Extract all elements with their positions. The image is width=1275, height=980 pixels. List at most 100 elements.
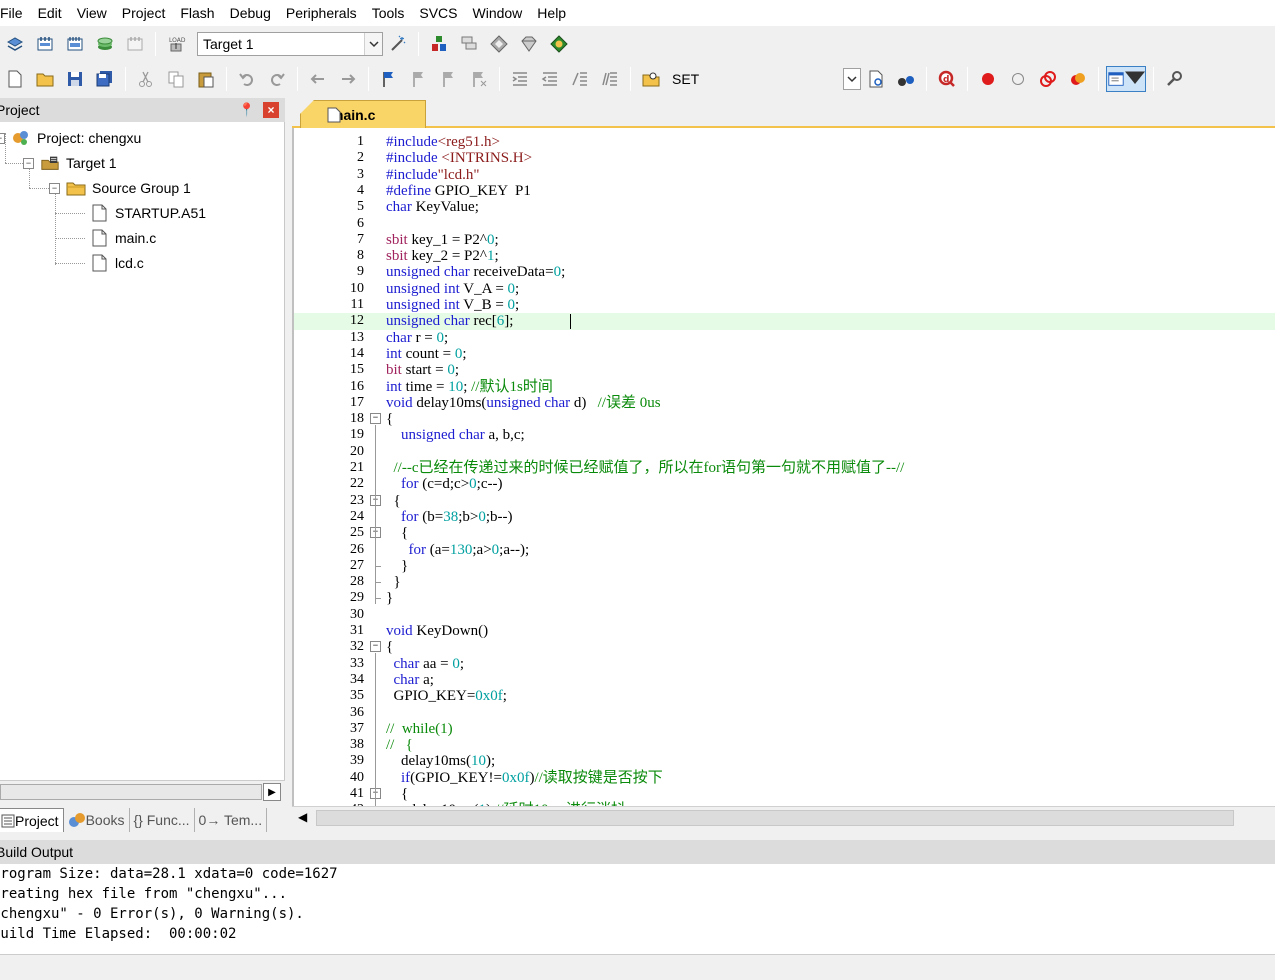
collapse-icon[interactable]: − (49, 182, 60, 194)
menu-peripherals[interactable]: Peripherals (278, 0, 364, 26)
code-line[interactable]: 12 unsigned char rec[6]; (294, 313, 1275, 330)
insert-breakpoint-button[interactable] (975, 66, 1001, 92)
code-line[interactable]: 31 void KeyDown() (294, 623, 1275, 639)
code-line[interactable]: 30 (294, 607, 1275, 623)
menu-debug[interactable]: Debug (222, 0, 278, 26)
navigate-forward-button[interactable] (335, 66, 361, 92)
code-line[interactable]: 17 void delay10ms(unsigned char d) //误差 0… (294, 395, 1275, 411)
menu-help[interactable]: Help (529, 0, 573, 26)
copy-button[interactable] (163, 66, 189, 92)
find-in-files-button[interactable] (638, 66, 664, 92)
target-select[interactable]: Target 1 (197, 32, 383, 56)
kill-all-breakpoints-button[interactable] (1065, 66, 1091, 92)
indent-button[interactable] (507, 66, 533, 92)
code-line[interactable]: 4 #define GPIO_KEY P1 (294, 183, 1275, 199)
code-line[interactable]: 33 char aa = 0; (294, 656, 1275, 672)
new-file-button[interactable] (2, 66, 28, 92)
target-options-button[interactable] (385, 31, 411, 57)
scroll-left-icon[interactable]: ◀ (298, 810, 307, 824)
debug-session-button[interactable]: d (934, 66, 960, 92)
redo-button[interactable] (264, 66, 290, 92)
tree-item-file[interactable]: main.c (89, 227, 156, 249)
uncomment-button[interactable] (597, 66, 623, 92)
code-line[interactable]: 13 char r = 0; (294, 330, 1275, 346)
next-bookmark-button[interactable] (436, 66, 462, 92)
prev-bookmark-button[interactable] (406, 66, 432, 92)
fold-toggle-icon[interactable]: − (370, 413, 381, 425)
code-line[interactable]: 40 if(GPIO_KEY!=0x0f)//读取按键是否按下 (294, 770, 1275, 786)
pack-installer-button[interactable] (486, 31, 512, 57)
code-line[interactable]: 5 char KeyValue; (294, 199, 1275, 215)
menu-window[interactable]: Window (465, 0, 530, 26)
fold-toggle-icon[interactable]: − (370, 641, 381, 653)
menu-flash[interactable]: Flash (172, 0, 221, 26)
code-line[interactable]: 6 (294, 216, 1275, 232)
find-combo[interactable] (705, 67, 862, 91)
navigate-back-button[interactable] (305, 66, 331, 92)
tab-templates[interactable]: 0→ Tem... (195, 808, 268, 832)
code-line[interactable]: 16 int time = 10; //默认1s时间 (294, 379, 1275, 395)
code-line[interactable]: 25− { (294, 525, 1275, 541)
menu-file[interactable]: File (0, 0, 30, 26)
tree-item-target[interactable]: − Target 1 (23, 152, 117, 174)
code-line[interactable]: 35 GPIO_KEY=0x0f; (294, 688, 1275, 704)
tree-item-group[interactable]: − Source Group 1 (49, 177, 191, 199)
menu-edit[interactable]: Edit (30, 0, 69, 26)
code-line[interactable]: 29} (294, 590, 1275, 606)
code-line[interactable]: 7 sbit key_1 = P2^0; (294, 232, 1275, 248)
code-line[interactable]: 10 unsigned int V_A = 0; (294, 281, 1275, 297)
scrollbar-thumb[interactable] (0, 784, 262, 800)
build-button[interactable] (32, 31, 58, 57)
stop-build-button[interactable] (122, 31, 148, 57)
file-extensions-button[interactable] (456, 31, 482, 57)
save-all-button[interactable] (92, 66, 118, 92)
code-line[interactable]: 27 } (294, 558, 1275, 574)
configure-button[interactable] (1161, 66, 1187, 92)
code-line[interactable]: 14 int count = 0; (294, 346, 1275, 362)
code-line[interactable]: 24 for (b=38;b>0;b--) (294, 509, 1275, 525)
code-line[interactable]: 39 delay10ms(10); (294, 753, 1275, 769)
translate-button[interactable] (2, 31, 28, 57)
find-all-button[interactable] (893, 66, 919, 92)
code-line[interactable]: 18−{ (294, 411, 1275, 427)
rebuild-button[interactable] (62, 31, 88, 57)
code-editor[interactable]: 1 #include<reg51.h> 2 #include <INTRINS.H> 3… (292, 128, 1275, 808)
close-icon[interactable]: × (263, 102, 279, 118)
code-line[interactable]: 9 unsigned char receiveData=0; (294, 264, 1275, 280)
run-time-environment-button[interactable] (546, 31, 572, 57)
disable-all-breakpoints-button[interactable] (1035, 66, 1061, 92)
download-button[interactable]: LOAD (163, 31, 189, 57)
comment-button[interactable] (567, 66, 593, 92)
enable-breakpoint-button[interactable] (1005, 66, 1031, 92)
editor-horizontal-scrollbar[interactable]: ◀ (292, 806, 1275, 828)
scrollbar-thumb[interactable] (316, 810, 1234, 826)
menu-view[interactable]: View (69, 0, 114, 26)
menu-tools[interactable]: Tools (364, 0, 412, 26)
code-line[interactable]: 22 for (c=d;c>0;c--) (294, 476, 1275, 492)
select-packs-button[interactable] (516, 31, 542, 57)
pin-icon[interactable]: 📍 (239, 102, 255, 118)
code-line[interactable]: 36 (294, 705, 1275, 721)
code-line[interactable]: 23− { (294, 493, 1275, 509)
code-line[interactable]: 15 bit start = 0; (294, 362, 1275, 378)
scroll-right-icon[interactable]: ▶ (263, 783, 281, 801)
code-line[interactable]: 41− { (294, 786, 1275, 802)
code-line[interactable]: 37 // while(1) (294, 721, 1275, 737)
project-horizontal-scrollbar[interactable]: ▶ (0, 780, 285, 802)
batch-build-button[interactable] (92, 31, 118, 57)
collapse-icon[interactable]: − (0, 132, 5, 144)
code-line[interactable]: 34 char a; (294, 672, 1275, 688)
build-output-pane[interactable]: Program Size: data=28.1 xdata=0 code=162… (0, 864, 1275, 954)
clear-bookmarks-button[interactable] (466, 66, 492, 92)
code-line[interactable]: 2 #include <INTRINS.H> (294, 150, 1275, 166)
code-line[interactable]: 26 for (a=130;a>0;a--); (294, 542, 1275, 558)
tree-item-file[interactable]: STARTUP.A51 (89, 202, 206, 224)
manage-components-button[interactable] (426, 31, 452, 57)
menu-svcs[interactable]: SVCS (411, 0, 464, 26)
code-line[interactable]: 3 #include"lcd.h" (294, 167, 1275, 183)
insert-bookmark-button[interactable] (376, 66, 402, 92)
undo-button[interactable] (234, 66, 260, 92)
incremental-find-button[interactable] (863, 66, 889, 92)
open-file-button[interactable] (32, 66, 58, 92)
code-line[interactable]: 28 } (294, 574, 1275, 590)
